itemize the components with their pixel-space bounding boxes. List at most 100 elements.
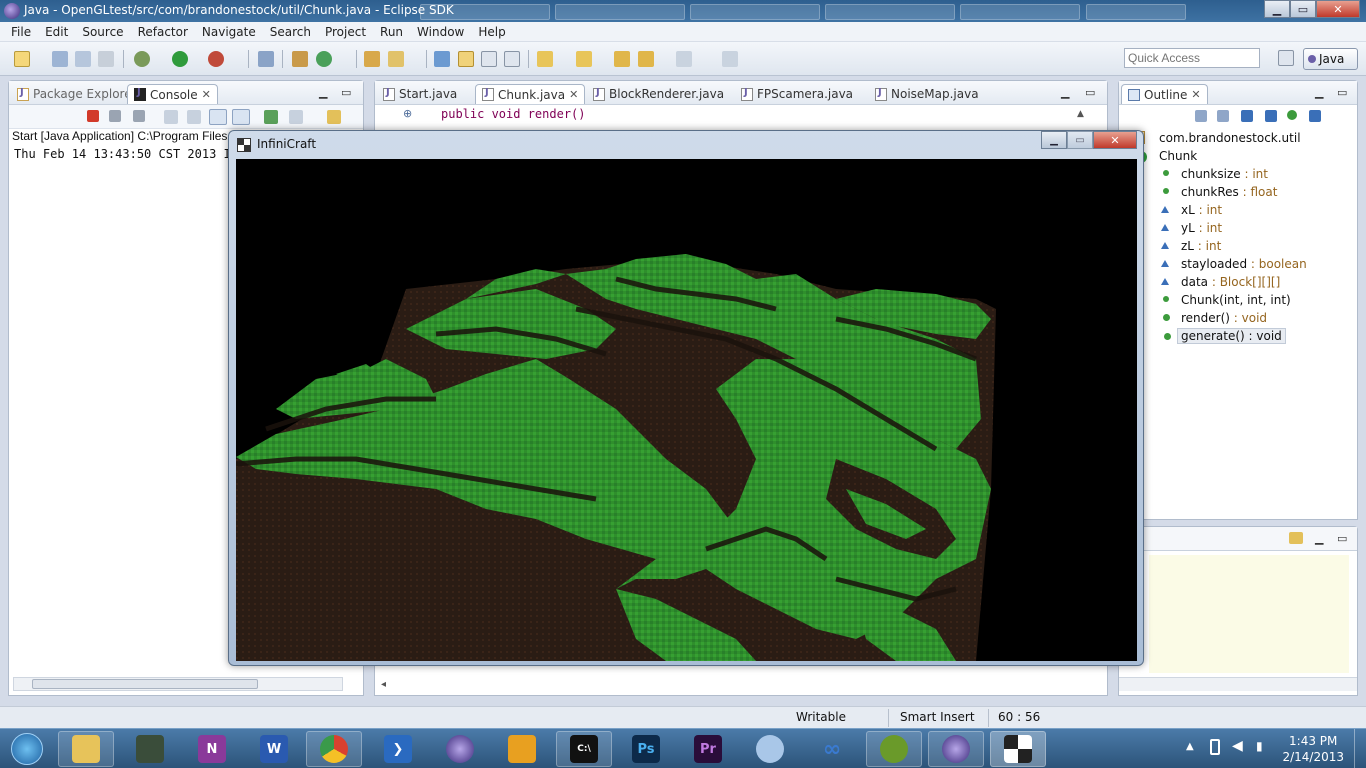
tab-blockrenderer-java[interactable]: BlockRenderer.java — [587, 84, 730, 104]
show-desktop-button[interactable] — [1354, 729, 1366, 768]
maximize-icon[interactable]: ▭ — [1085, 86, 1095, 99]
code-line[interactable]: public void render() — [441, 107, 586, 121]
minimize-icon[interactable]: ▁ — [319, 86, 327, 99]
taskbar-eclipse[interactable] — [432, 731, 488, 767]
minimize-icon[interactable]: ▁ — [1315, 532, 1323, 545]
network-signal-icon[interactable]: ▮ — [1256, 739, 1263, 753]
taskbar-app[interactable] — [742, 731, 798, 767]
save-all-icon[interactable] — [75, 51, 91, 67]
remove-all-icon[interactable] — [133, 110, 145, 122]
outline-member[interactable]: render() : void — [1163, 311, 1267, 325]
menu-search[interactable]: Search — [263, 25, 318, 39]
outline-member[interactable]: yL : int — [1161, 221, 1222, 235]
game-maximize-button[interactable]: ▭ — [1067, 131, 1093, 149]
game-close-button[interactable]: ✕ — [1093, 131, 1137, 149]
taskbar-infinicraft[interactable] — [990, 731, 1046, 767]
maximize-button[interactable]: ▭ — [1290, 0, 1316, 18]
taskbar-photoshop[interactable]: Ps — [618, 731, 674, 767]
menu-edit[interactable]: Edit — [38, 25, 75, 39]
volume-icon[interactable]: ◀ — [1232, 738, 1243, 754]
sort-icon[interactable] — [1217, 110, 1229, 122]
outline-member[interactable]: zL : int — [1161, 239, 1221, 253]
tab-noisemap-java[interactable]: NoiseMap.java — [869, 84, 985, 104]
search-icon[interactable] — [388, 51, 404, 67]
menu-help[interactable]: Help — [471, 25, 512, 39]
outline-member[interactable]: data : Block[][][] — [1161, 275, 1280, 289]
maximize-icon[interactable]: ▭ — [1337, 532, 1347, 545]
close-tab-icon[interactable]: ✕ — [202, 88, 211, 101]
taskbar-app[interactable]: ∞ — [804, 731, 860, 767]
scroll-left-icon[interactable]: ◂ — [381, 679, 386, 690]
maximize-icon[interactable]: ▭ — [1337, 86, 1347, 99]
outline-member-selected[interactable]: generate() : void — [1164, 328, 1286, 344]
outline-package[interactable]: com.brandonestock.util — [1133, 130, 1301, 145]
close-button[interactable]: ✕ — [1316, 0, 1360, 18]
print-icon[interactable] — [98, 51, 114, 67]
taskbar-powershell[interactable]: ❯ — [370, 731, 426, 767]
show-hidden-icons-icon[interactable]: ▲ — [1186, 741, 1194, 752]
open-console-icon[interactable] — [327, 110, 341, 124]
forward-icon[interactable] — [676, 51, 692, 67]
scroll-up-icon[interactable]: ▲ — [1077, 109, 1084, 119]
toggle-annotation-icon[interactable] — [434, 51, 450, 67]
menu-navigate[interactable]: Navigate — [195, 25, 263, 39]
taskbar-premiere[interactable]: Pr — [680, 731, 736, 767]
outline-member[interactable]: Chunk(int, int, int) — [1163, 293, 1291, 307]
outline-member[interactable]: xL : int — [1161, 203, 1222, 217]
tab-package-explorer[interactable]: Package Explorer — [11, 84, 143, 104]
previous-annotation-icon[interactable] — [576, 51, 592, 67]
menu-run[interactable]: Run — [373, 25, 410, 39]
block-selection-icon[interactable] — [481, 51, 497, 67]
pin-console-icon[interactable] — [264, 110, 278, 124]
open-view-icon[interactable] — [1289, 532, 1303, 544]
quick-access-input[interactable] — [1124, 48, 1260, 68]
save-icon[interactable] — [52, 51, 68, 67]
terminate-icon[interactable] — [87, 110, 99, 122]
outline-member[interactable]: chunksize : int — [1163, 167, 1268, 181]
menu-window[interactable]: Window — [410, 25, 471, 39]
external-tools-icon[interactable] — [208, 51, 224, 67]
show-stdout-icon[interactable] — [209, 109, 227, 125]
toggle-mark-occurrences-icon[interactable] — [458, 51, 474, 67]
menu-project[interactable]: Project — [318, 25, 373, 39]
maximize-icon[interactable]: ▭ — [341, 86, 351, 99]
run-icon[interactable] — [172, 51, 188, 67]
fold-expand-icon[interactable]: ⊕ — [403, 107, 412, 120]
taskbar-spotify[interactable] — [866, 731, 922, 767]
tab-start-java[interactable]: Start.java — [377, 84, 463, 104]
clear-console-icon[interactable] — [164, 110, 178, 124]
scrollbar-thumb[interactable] — [32, 679, 258, 689]
tab-outline[interactable]: Outline ✕ — [1121, 84, 1208, 104]
start-button[interactable] — [2, 731, 52, 767]
scroll-lock-icon[interactable] — [187, 110, 201, 124]
show-whitespace-icon[interactable] — [504, 51, 520, 67]
hide-local-types-icon[interactable] — [1309, 110, 1321, 122]
close-tab-icon[interactable]: ✕ — [1191, 88, 1200, 101]
taskbar-task-manager[interactable] — [122, 731, 178, 767]
collapse-all-icon[interactable] — [1195, 110, 1207, 122]
menu-refactor[interactable]: Refactor — [131, 25, 195, 39]
skip-breakpoints-icon[interactable] — [258, 51, 274, 67]
hide-static-icon[interactable] — [1265, 110, 1277, 122]
pin-editor-icon[interactable] — [722, 51, 738, 67]
minimize-icon[interactable]: ▁ — [1061, 86, 1069, 99]
new-class-icon[interactable] — [316, 51, 332, 67]
outline-member[interactable]: stayloaded : boolean — [1161, 257, 1307, 271]
game-viewport[interactable] — [236, 159, 1137, 661]
taskbar-fl-studio[interactable] — [494, 731, 550, 767]
taskbar-onenote[interactable]: N — [184, 731, 240, 767]
display-console-icon[interactable] — [289, 110, 303, 124]
show-stderr-icon[interactable] — [232, 109, 250, 125]
tab-fpscamera-java[interactable]: FPScamera.java — [735, 84, 859, 104]
minimize-icon[interactable]: ▁ — [1315, 86, 1323, 99]
taskbar-word[interactable]: W — [246, 731, 302, 767]
tab-chunk-java[interactable]: Chunk.java ✕ — [475, 84, 586, 104]
outline-class[interactable]: Chunk — [1135, 149, 1197, 163]
next-annotation-icon[interactable] — [537, 51, 553, 67]
tab-console[interactable]: Console ✕ — [127, 84, 218, 104]
hide-fields-icon[interactable] — [1241, 110, 1253, 122]
close-tab-icon[interactable]: ✕ — [569, 88, 578, 101]
debug-icon[interactable] — [134, 51, 150, 67]
new-icon[interactable] — [14, 51, 30, 67]
minimize-button[interactable]: ▁ — [1264, 0, 1290, 18]
